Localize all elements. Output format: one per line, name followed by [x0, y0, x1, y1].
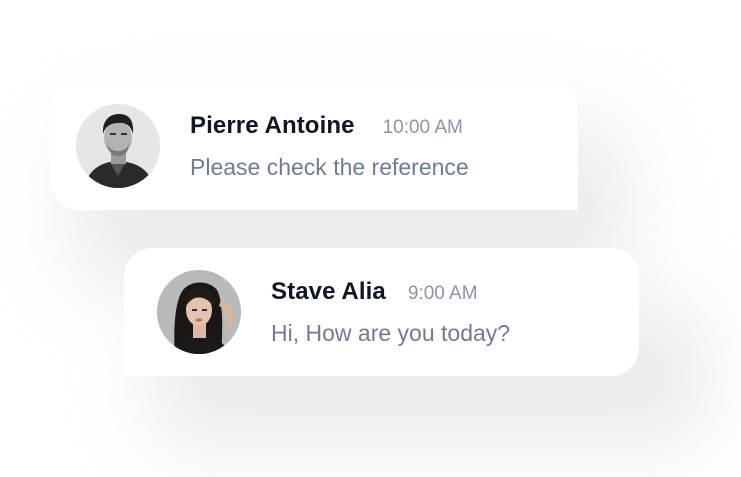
- message-text: Hi, How are you today?: [271, 319, 511, 346]
- message-time: 10:00 AM: [382, 116, 463, 138]
- sender-name: Pierre Antoine: [190, 111, 355, 139]
- message-header: Pierre Antoine 10:00 AM: [190, 112, 469, 140]
- message-time: 9:00 AM: [407, 282, 478, 304]
- avatar: [157, 270, 241, 354]
- message-card[interactable]: Stave Alia 9:00 AM Hi, How are you today…: [124, 248, 639, 376]
- message-content: Stave Alia 9:00 AM Hi, How are you today…: [271, 278, 510, 347]
- message-content: Pierre Antoine 10:00 AM Please check the…: [190, 112, 469, 181]
- message-card[interactable]: Pierre Antoine 10:00 AM Please check the…: [50, 82, 578, 210]
- avatar-photo-woman: [157, 270, 241, 354]
- avatar: [76, 104, 160, 188]
- message-text: Please check the reference: [190, 153, 469, 180]
- chat-illustration: Pierre Antoine 10:00 AM Please check the…: [0, 0, 741, 477]
- avatar-photo-man: [76, 104, 160, 188]
- message-header: Stave Alia 9:00 AM: [271, 278, 510, 306]
- sender-name: Stave Alia: [271, 277, 386, 305]
